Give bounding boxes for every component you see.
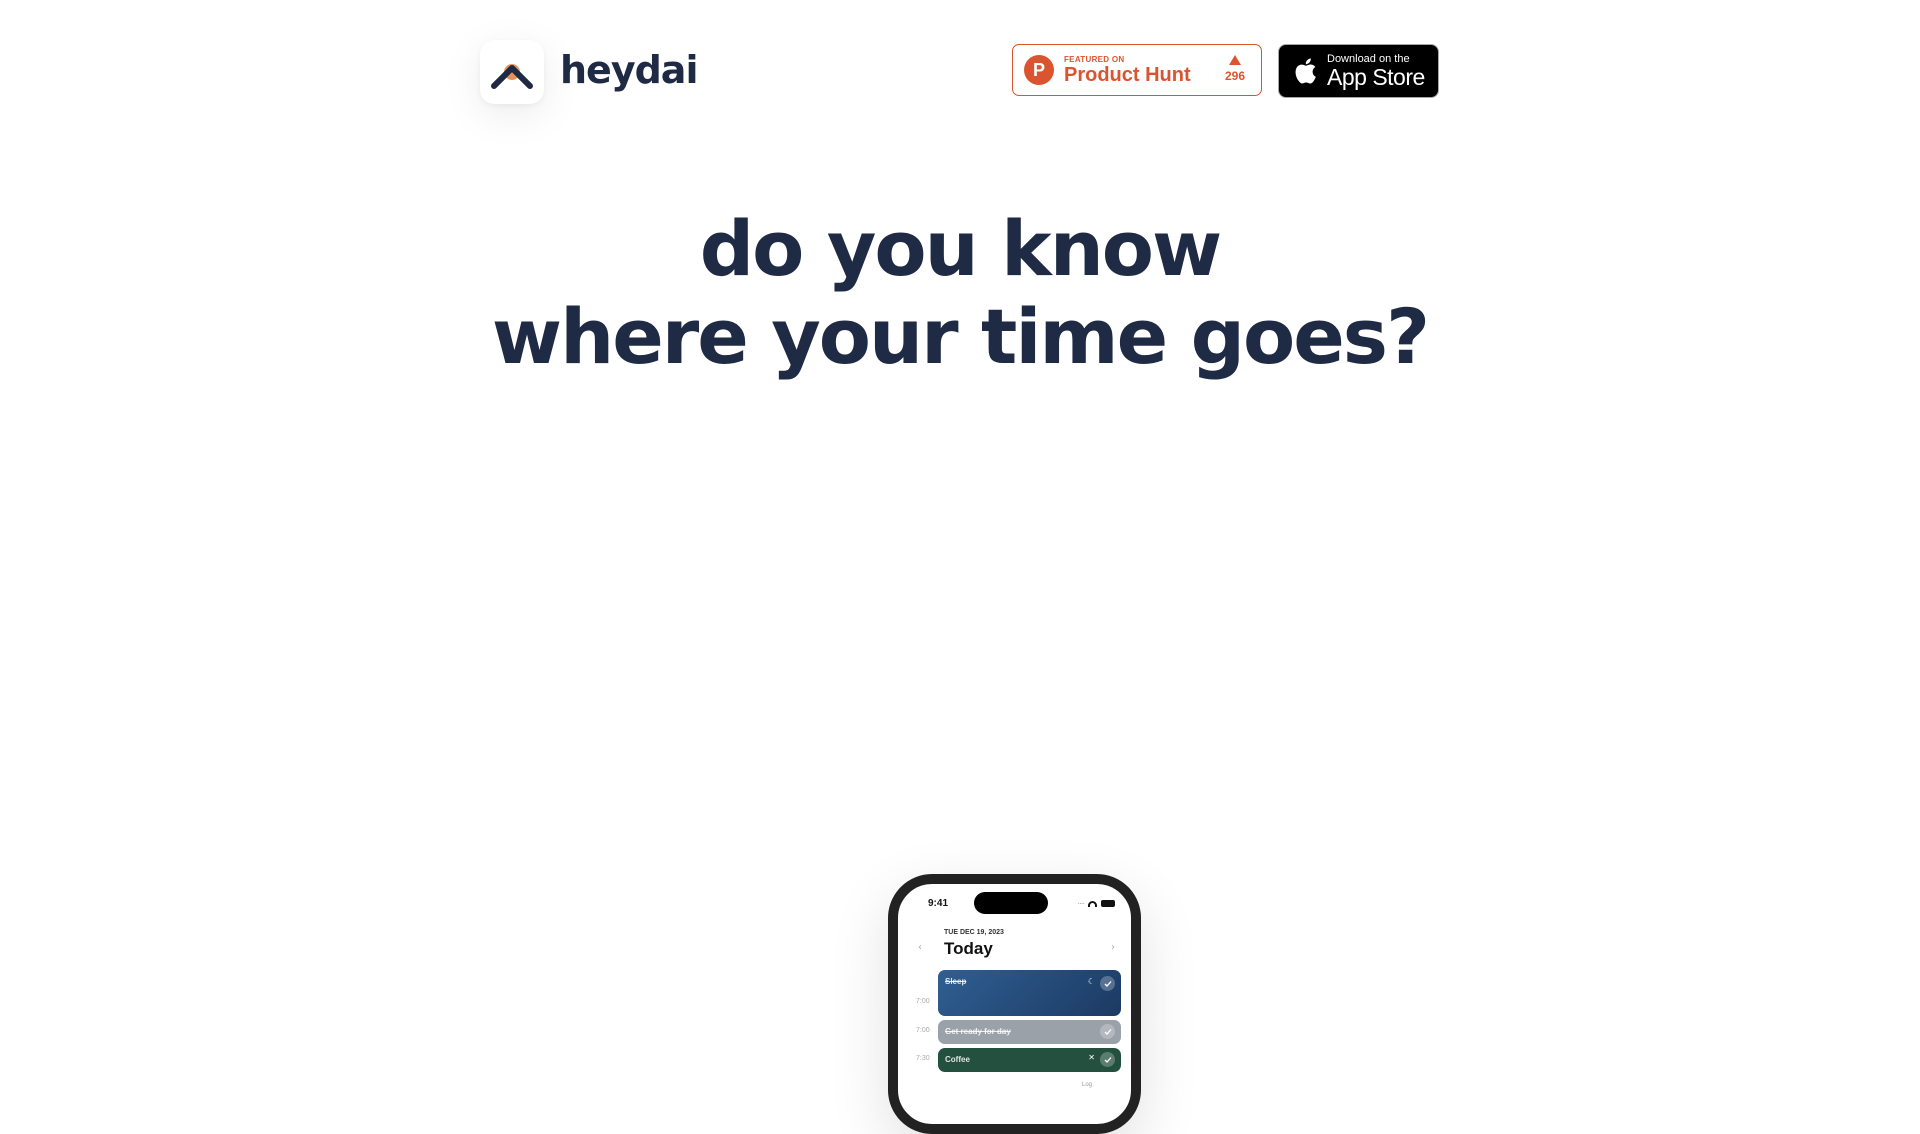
event-sleep: Sleep ☾ xyxy=(938,970,1121,1016)
time-label: 7:00 xyxy=(916,1027,930,1034)
event-coffee: Coffee ✕ xyxy=(938,1048,1121,1072)
product-hunt-logo-icon: P xyxy=(1024,55,1054,85)
app-store-label: App Store xyxy=(1327,64,1425,90)
status-icons: ···· xyxy=(1077,899,1115,908)
phone-mockup: 9:41 ···· ‹ TUE DEC 19, 2023 Today › 7:0… xyxy=(888,874,1141,1134)
phone-date: TUE DEC 19, 2023 xyxy=(944,929,1004,936)
log-label: Log xyxy=(1082,1082,1093,1088)
chevron-left-icon: ‹ xyxy=(918,942,922,953)
app-store-button[interactable]: Download on the App Store xyxy=(1278,44,1439,98)
brand-name[interactable]: heydai xyxy=(560,48,698,92)
battery-icon xyxy=(1101,900,1115,907)
event-name: Get ready for day xyxy=(945,1027,1011,1036)
time-label: 7:00 xyxy=(916,998,930,1005)
hero-line-1: do you know xyxy=(699,204,1222,293)
hero-line-2: where your time goes? xyxy=(491,292,1430,381)
product-hunt-featured-label: FEATURED ON xyxy=(1064,54,1125,64)
apple-icon xyxy=(1291,55,1319,87)
product-hunt-badge[interactable]: P FEATURED ON Product Hunt 296 xyxy=(1012,44,1262,96)
fork-knife-icon: ✕ xyxy=(1088,1053,1095,1062)
status-time: 9:41 xyxy=(928,898,949,909)
time-label: 7:30 xyxy=(916,1055,930,1062)
event-get-ready: Get ready for day xyxy=(938,1020,1121,1044)
vote-count: 296 xyxy=(1224,69,1245,83)
event-name: Sleep xyxy=(945,977,967,986)
app-logo[interactable] xyxy=(480,40,544,104)
check-icon xyxy=(1100,976,1115,991)
event-name: Coffee xyxy=(945,1055,970,1064)
check-icon xyxy=(1100,1052,1115,1067)
hero-headline: do you know where your time goes? xyxy=(0,205,1920,381)
product-hunt-label: Product Hunt xyxy=(1064,63,1191,86)
dynamic-island xyxy=(974,892,1048,914)
wifi-icon xyxy=(1088,900,1097,907)
upvote-arrow-icon xyxy=(1228,55,1241,65)
check-icon xyxy=(1100,1024,1115,1039)
signal-icon: ···· xyxy=(1077,899,1085,908)
phone-title: Today xyxy=(944,939,993,958)
upvote-count: 296 xyxy=(1225,55,1245,83)
chevron-right-icon: › xyxy=(1111,942,1115,953)
moon-icon: ☾ xyxy=(1087,977,1095,986)
heydai-logo-icon xyxy=(491,64,533,89)
